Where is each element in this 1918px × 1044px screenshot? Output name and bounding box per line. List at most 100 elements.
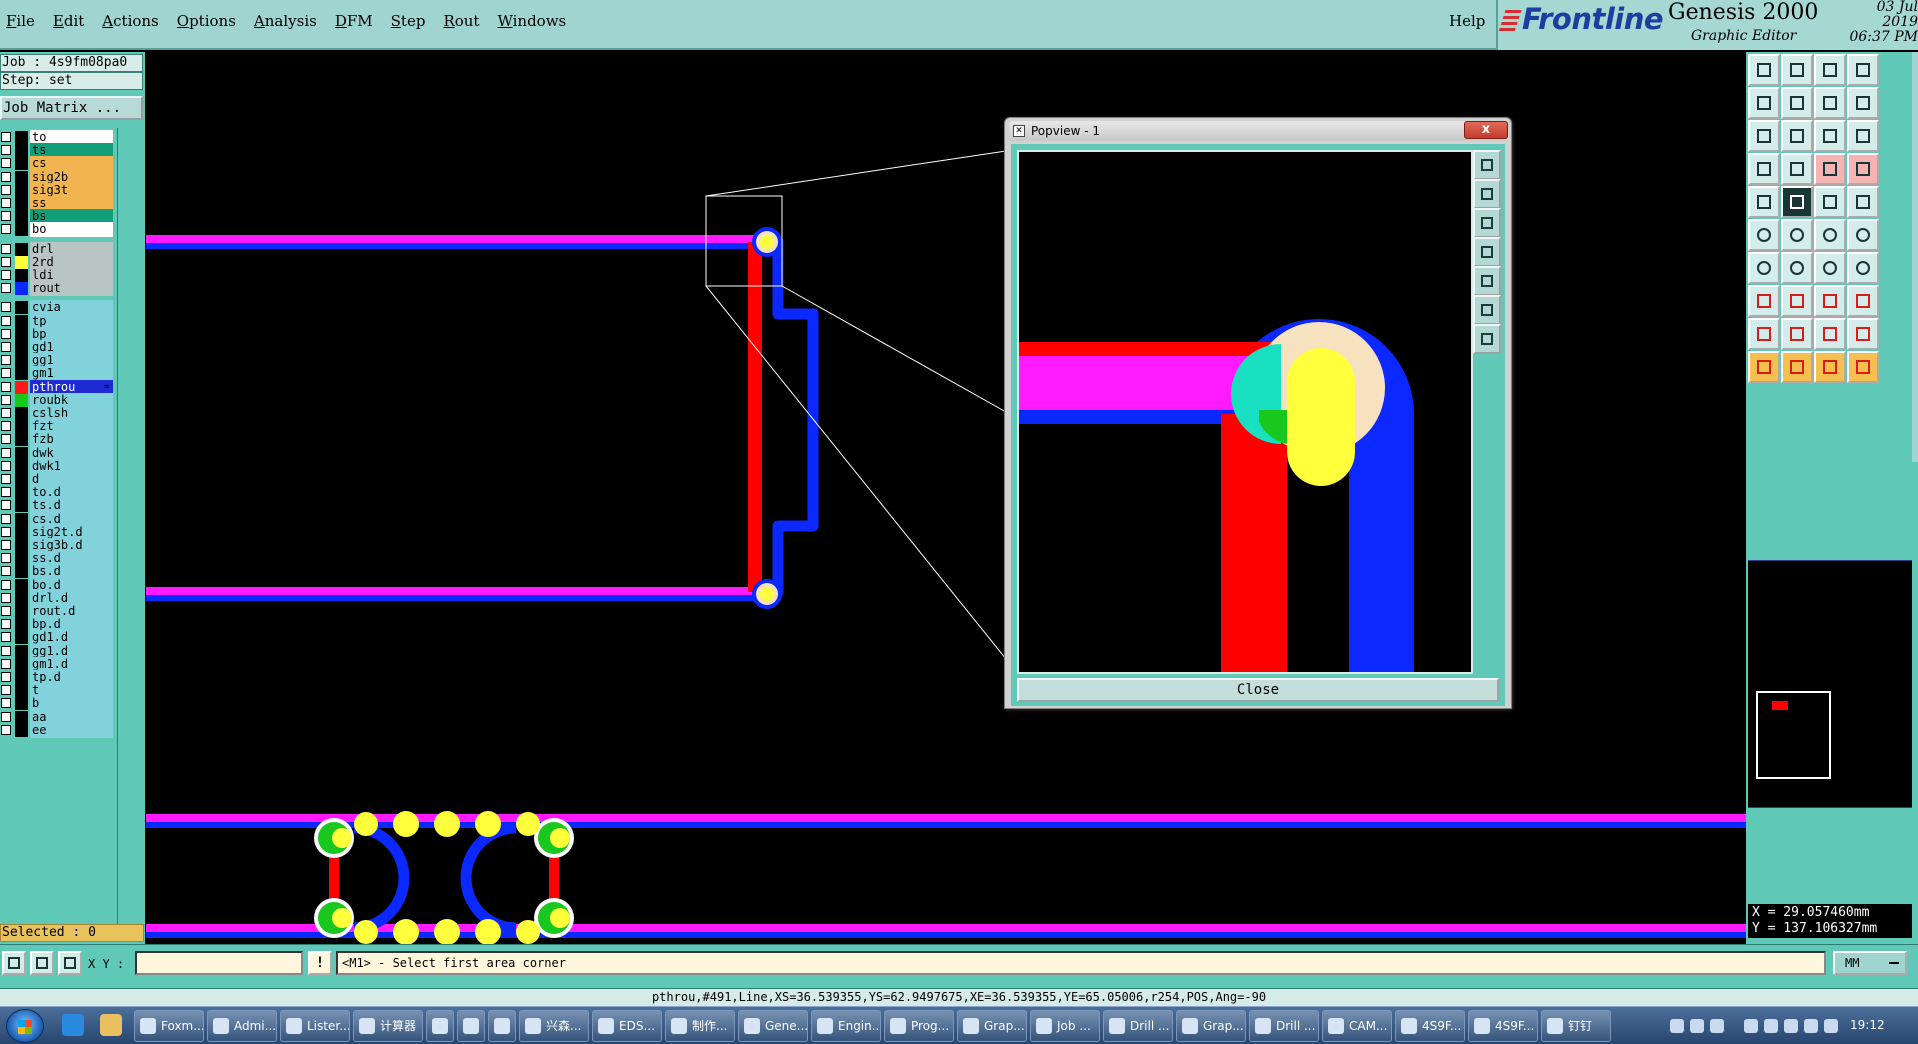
layer-color-swatch[interactable] xyxy=(15,420,28,434)
taskbar-button[interactable]: CAM... xyxy=(1322,1010,1392,1042)
tool-ruler-button[interactable] xyxy=(1814,186,1846,218)
layer-checkbox[interactable] xyxy=(1,513,11,524)
tool-import-button[interactable] xyxy=(1748,87,1780,119)
layer-checkbox[interactable] xyxy=(1,685,11,696)
units-selector[interactable]: MM xyxy=(1833,951,1907,975)
layer-checkbox[interactable] xyxy=(1,672,11,682)
layer-checkbox[interactable] xyxy=(1,224,11,235)
layer-checkbox[interactable] xyxy=(1,487,11,498)
tool-swap-button[interactable] xyxy=(1814,87,1846,119)
tool-pointer-move-button[interactable] xyxy=(1847,351,1879,383)
menu-actions[interactable]: Actions xyxy=(102,12,158,30)
layer-color-swatch[interactable] xyxy=(15,671,28,684)
layer-row[interactable]: bo xyxy=(0,222,116,238)
layer-checkbox[interactable] xyxy=(1,421,11,432)
layer-checkbox[interactable] xyxy=(1,158,11,169)
layer-color-swatch[interactable] xyxy=(15,223,28,237)
ie-icon[interactable] xyxy=(62,1014,84,1036)
layer-checkbox[interactable] xyxy=(1,434,11,445)
pv-zoom-out-button[interactable] xyxy=(1473,179,1501,209)
menu-options[interactable]: Options xyxy=(177,12,236,30)
snap-button[interactable] xyxy=(2,951,26,975)
keyboard-icon[interactable] xyxy=(1670,1019,1684,1033)
layer-checkbox[interactable] xyxy=(1,171,11,182)
tool-netlist-button[interactable] xyxy=(1748,219,1780,251)
layer-name[interactable]: rout xyxy=(30,281,113,297)
taskbar-button[interactable] xyxy=(426,1010,454,1042)
layer-color-swatch[interactable] xyxy=(15,157,28,171)
layer-row[interactable]: rout xyxy=(0,281,116,297)
layer-color-swatch[interactable] xyxy=(15,367,28,381)
tool-route-button[interactable] xyxy=(1847,87,1879,119)
layer-color-swatch[interactable] xyxy=(15,255,28,269)
taskbar-button[interactable]: 制作... xyxy=(665,1010,735,1042)
layer-color-swatch[interactable] xyxy=(15,269,28,282)
pv-zoom-in-button[interactable] xyxy=(1473,150,1501,180)
layer-color-swatch[interactable] xyxy=(15,499,28,513)
layer-checkbox[interactable] xyxy=(1,724,11,735)
taskbar-button[interactable]: Foxm... xyxy=(134,1010,204,1042)
layer-checkbox[interactable] xyxy=(1,526,11,537)
tool-open-button[interactable] xyxy=(1748,54,1780,86)
tool-text-button[interactable] xyxy=(1847,252,1879,284)
tool-home-button[interactable] xyxy=(1814,54,1846,86)
layer-checkbox[interactable] xyxy=(1,619,11,630)
layer-checkbox[interactable] xyxy=(1,645,11,656)
layer-color-swatch[interactable] xyxy=(15,354,28,368)
layer-checkbox[interactable] xyxy=(1,315,11,326)
layer-name[interactable]: ee xyxy=(30,722,113,738)
layer-checkbox[interactable] xyxy=(1,198,11,208)
layer-checkbox[interactable] xyxy=(1,355,11,366)
explorer-icon[interactable] xyxy=(100,1014,122,1036)
layer-color-swatch[interactable] xyxy=(15,631,28,645)
menu-analysis[interactable]: Analysis xyxy=(254,12,317,30)
layer-checkbox[interactable] xyxy=(1,711,11,722)
tool-move-button[interactable] xyxy=(1814,219,1846,251)
tool-pin-button[interactable] xyxy=(1781,153,1813,185)
layer-color-swatch[interactable] xyxy=(15,210,28,224)
layer-color-swatch[interactable] xyxy=(15,393,28,407)
tool-triangle-b-button[interactable] xyxy=(1814,318,1846,350)
taskbar-button[interactable]: 计算器 xyxy=(353,1010,423,1042)
tool-pointer-button[interactable] xyxy=(1748,351,1780,383)
taskbar-button[interactable]: Job ... xyxy=(1030,1010,1100,1042)
layer-color-swatch[interactable] xyxy=(15,407,28,420)
tool-ratio-button[interactable] xyxy=(1814,120,1846,152)
tool-filter-button[interactable] xyxy=(1748,153,1780,185)
notification-icon[interactable] xyxy=(1824,1019,1838,1033)
taskbar-button[interactable]: Drill ... xyxy=(1249,1010,1319,1042)
tool-save-button[interactable] xyxy=(1781,54,1813,86)
xy-input[interactable] xyxy=(135,951,303,975)
layer-color-swatch[interactable] xyxy=(15,170,28,184)
layer-color-swatch[interactable] xyxy=(15,301,28,315)
layer-checkbox[interactable] xyxy=(1,553,11,564)
taskbar-button[interactable]: Prog... xyxy=(884,1010,954,1042)
layer-checkbox[interactable] xyxy=(1,566,11,577)
layer-color-swatch[interactable] xyxy=(15,197,28,210)
tool-copy-button[interactable] xyxy=(1847,219,1879,251)
layer-checkbox[interactable] xyxy=(1,368,11,379)
layer-color-swatch[interactable] xyxy=(15,446,28,460)
layer-color-swatch[interactable] xyxy=(15,183,28,197)
tool-measure-button[interactable] xyxy=(1748,285,1780,317)
popview-titlebar[interactable]: ✕ Popview - 1 x xyxy=(1009,121,1508,141)
taskbar-button[interactable]: 兴森... xyxy=(519,1010,589,1042)
taskbar-button[interactable]: 4S9F... xyxy=(1468,1010,1538,1042)
layer-color-swatch[interactable] xyxy=(15,314,28,328)
tool-mirror-button[interactable] xyxy=(1781,186,1813,218)
layer-checkbox[interactable] xyxy=(1,243,11,254)
popview-window[interactable]: ✕ Popview - 1 x Close xyxy=(1004,117,1512,709)
network-icon[interactable] xyxy=(1784,1019,1798,1033)
layer-name[interactable]: bo xyxy=(30,222,113,238)
layer-checkbox[interactable] xyxy=(1,474,11,484)
window-close-button[interactable]: x xyxy=(1464,121,1508,139)
layer-checkbox[interactable] xyxy=(1,500,11,511)
layer-color-swatch[interactable] xyxy=(15,144,28,158)
layer-color-swatch[interactable] xyxy=(15,459,28,473)
layer-color-swatch[interactable] xyxy=(15,282,28,296)
taskbar-button[interactable]: Grap... xyxy=(957,1010,1027,1042)
layer-color-swatch[interactable] xyxy=(15,684,28,698)
tool-line-h-button[interactable] xyxy=(1781,285,1813,317)
tool-line-button[interactable] xyxy=(1748,252,1780,284)
layer-checkbox[interactable] xyxy=(1,256,11,267)
